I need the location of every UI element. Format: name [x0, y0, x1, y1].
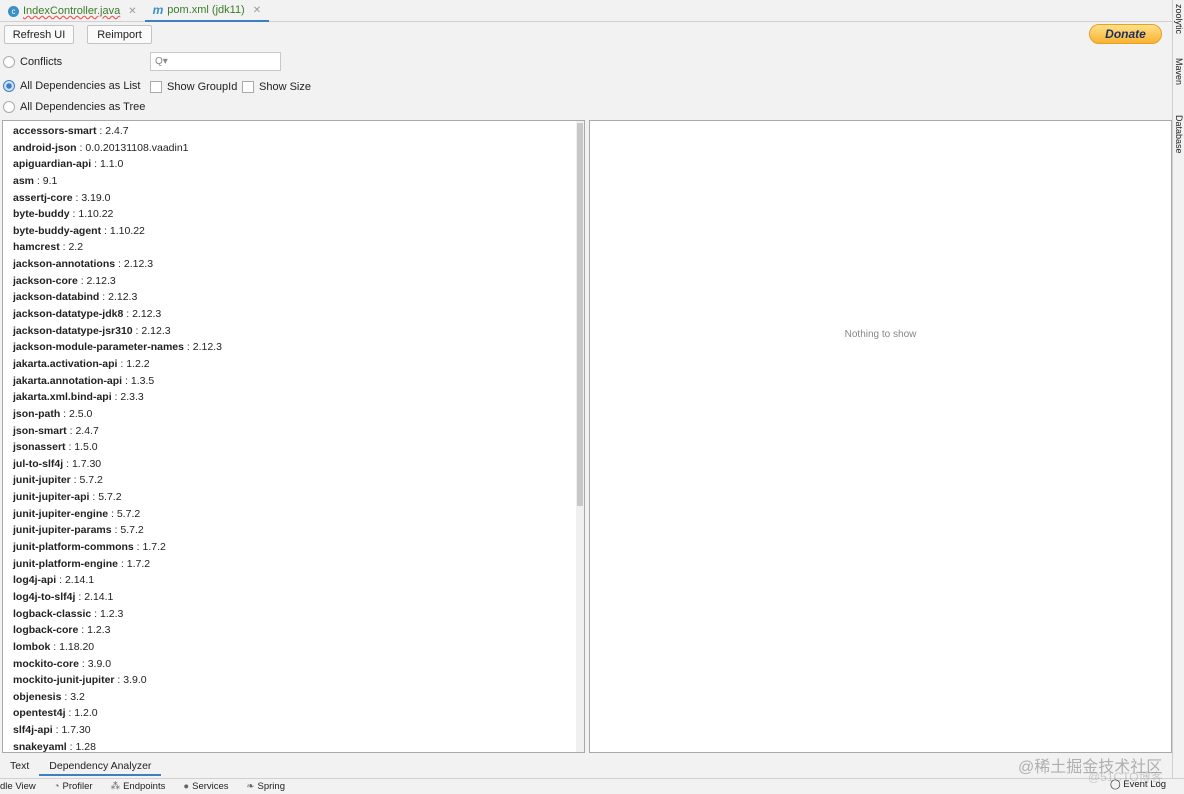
- dependency-item[interactable]: junit-jupiter : 5.7.2: [13, 472, 222, 489]
- dependency-item[interactable]: asm : 9.1: [13, 173, 222, 190]
- status-spring[interactable]: ❧ Spring: [247, 779, 285, 793]
- close-icon[interactable]: ✕: [128, 6, 136, 17]
- status-gradle-view[interactable]: dle View: [0, 779, 36, 793]
- scrollbar[interactable]: [576, 121, 584, 752]
- tab-dependency-analyzer[interactable]: Dependency Analyzer: [39, 756, 162, 776]
- dependency-list[interactable]: accessors-smart : 2.4.7 android-json : 0.…: [2, 120, 585, 753]
- tree-radio[interactable]: All Dependencies as Tree: [3, 101, 145, 113]
- event-log-button[interactable]: ◯ Event Log: [1110, 779, 1166, 790]
- dependency-item[interactable]: jackson-annotations : 2.12.3: [13, 256, 222, 273]
- dependency-item[interactable]: log4j-api : 2.14.1: [13, 572, 222, 589]
- dependency-item[interactable]: lombok : 1.18.20: [13, 639, 222, 656]
- close-icon[interactable]: ✕: [253, 5, 261, 16]
- right-tool-sidebar: zoolytic Maven Database: [1172, 0, 1184, 778]
- dependency-item[interactable]: junit-platform-commons : 1.7.2: [13, 539, 222, 556]
- dependency-item[interactable]: jakarta.annotation-api : 1.3.5: [13, 373, 222, 390]
- dependency-item[interactable]: jackson-datatype-jdk8 : 2.12.3: [13, 306, 222, 323]
- dependency-item[interactable]: mockito-junit-jupiter : 3.9.0: [13, 672, 222, 689]
- dependency-item[interactable]: jackson-databind : 2.12.3: [13, 289, 222, 306]
- dependency-item[interactable]: junit-jupiter-params : 5.7.2: [13, 522, 222, 539]
- java-class-icon: c: [8, 5, 19, 17]
- dependency-item[interactable]: logback-classic : 1.2.3: [13, 606, 222, 623]
- endpoints-icon: ⁂: [110, 781, 121, 792]
- status-endpoints[interactable]: ⁂ Endpoints: [111, 779, 166, 793]
- reimport-button[interactable]: Reimport: [87, 25, 152, 44]
- dependency-item[interactable]: jakarta.xml.bind-api : 2.3.3: [13, 389, 222, 406]
- dependency-item[interactable]: jackson-module-parameter-names : 2.12.3: [13, 339, 222, 356]
- dependency-item[interactable]: jackson-core : 2.12.3: [13, 273, 222, 290]
- sidebar-database[interactable]: Database: [1174, 115, 1184, 154]
- show-groupid-checkbox[interactable]: Show GroupId: [150, 81, 237, 93]
- dependency-item[interactable]: android-json : 0.0.20131108.vaadin1: [13, 140, 222, 157]
- dependency-item[interactable]: junit-platform-engine : 1.7.2: [13, 556, 222, 573]
- status-bar: dle View ◔ Profiler ⁂ Endpoints ● Services …: [0, 778, 1184, 793]
- dependency-item[interactable]: byte-buddy-agent : 1.10.22: [13, 223, 222, 240]
- dependency-item[interactable]: apiguardian-api : 1.1.0: [13, 156, 222, 173]
- profiler-icon: ◔: [53, 781, 60, 792]
- empty-message: Nothing to show: [844, 329, 917, 340]
- dependency-item[interactable]: junit-jupiter-engine : 5.7.2: [13, 506, 222, 523]
- dependency-item[interactable]: snakeyaml : 1.28: [13, 739, 222, 752]
- dependency-item[interactable]: jsonassert : 1.5.0: [13, 439, 222, 456]
- dependency-item[interactable]: opentest4j : 1.2.0: [13, 705, 222, 722]
- dependency-item[interactable]: byte-buddy : 1.10.22: [13, 206, 222, 223]
- refresh-ui-button[interactable]: Refresh UI: [4, 25, 74, 44]
- dependency-item[interactable]: log4j-to-slf4j : 2.14.1: [13, 589, 222, 606]
- dependency-item[interactable]: assertj-core : 3.19.0: [13, 190, 222, 207]
- sidebar-zoolytic[interactable]: zoolytic: [1174, 4, 1184, 34]
- services-icon: ●: [183, 781, 190, 792]
- scrollbar-thumb[interactable]: [577, 123, 583, 506]
- dependency-item[interactable]: jackson-datatype-jsr310 : 2.12.3: [13, 323, 222, 340]
- tab-text[interactable]: Text: [0, 756, 39, 776]
- maven-icon: m: [152, 3, 164, 17]
- tab-index-controller[interactable]: c IndexController.java ✕: [0, 0, 145, 22]
- dependency-item[interactable]: logback-core : 1.2.3: [13, 622, 222, 639]
- dependency-item[interactable]: jakarta.activation-api : 1.2.2: [13, 356, 222, 373]
- list-radio[interactable]: All Dependencies as List: [3, 80, 140, 92]
- dependency-item[interactable]: json-smart : 2.4.7: [13, 423, 222, 440]
- editor-tabs: c IndexController.java ✕ m pom.xml (jdk11) ✕: [0, 0, 1172, 22]
- tab-pom-xml[interactable]: m pom.xml (jdk11) ✕: [144, 0, 270, 22]
- spring-leaf-icon: ❧: [246, 781, 255, 792]
- bottom-tabs: Text Dependency Analyzer: [0, 756, 162, 776]
- sidebar-maven[interactable]: Maven: [1174, 58, 1184, 85]
- status-profiler[interactable]: ◔ Profiler: [54, 779, 93, 793]
- dependency-item[interactable]: junit-jupiter-api : 5.7.2: [13, 489, 222, 506]
- event-log-icon: ◯: [1110, 779, 1121, 790]
- dependency-item[interactable]: mockito-core : 3.9.0: [13, 656, 222, 673]
- donate-button[interactable]: Donate: [1089, 24, 1162, 44]
- status-services[interactable]: ● Services: [183, 779, 228, 793]
- conflicts-radio[interactable]: Conflicts: [3, 56, 62, 68]
- dependency-item[interactable]: jul-to-slf4j : 1.7.30: [13, 456, 222, 473]
- dependency-item[interactable]: json-path : 2.5.0: [13, 406, 222, 423]
- search-input[interactable]: Q▾: [150, 52, 281, 71]
- show-size-checkbox[interactable]: Show Size: [242, 81, 311, 93]
- dependency-item[interactable]: slf4j-api : 1.7.30: [13, 722, 222, 739]
- detail-panel: Nothing to show: [589, 120, 1172, 753]
- dependency-item[interactable]: accessors-smart : 2.4.7: [13, 123, 222, 140]
- dependency-item[interactable]: objenesis : 3.2: [13, 689, 222, 706]
- dependency-item[interactable]: hamcrest : 2.2: [13, 239, 222, 256]
